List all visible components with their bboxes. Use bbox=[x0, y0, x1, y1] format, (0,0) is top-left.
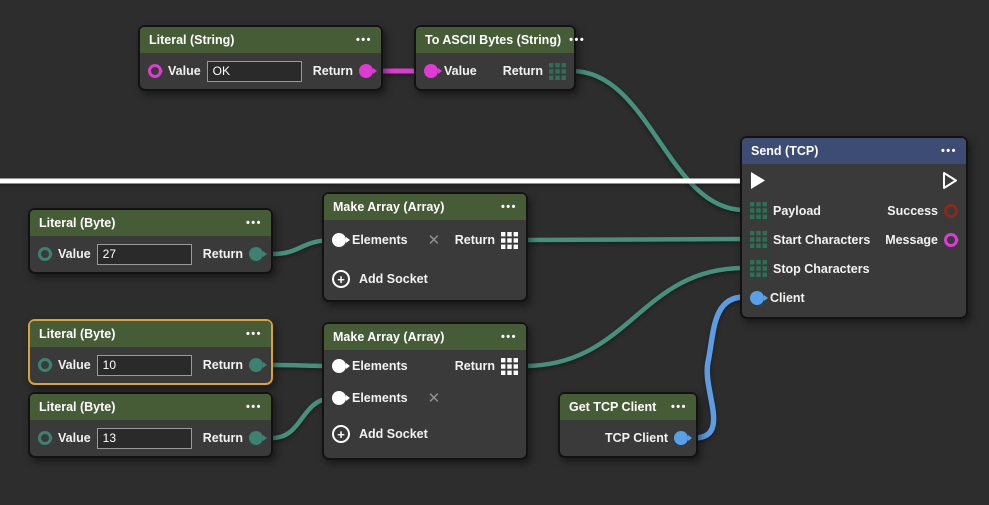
node-to-ascii-bytes[interactable]: To ASCII Bytes (String) ••• Value Return bbox=[414, 25, 576, 91]
return-output-socket[interactable] bbox=[359, 64, 373, 78]
add-icon: + bbox=[332, 425, 350, 443]
client-label: Client bbox=[770, 291, 805, 305]
value-input-socket[interactable] bbox=[38, 247, 52, 261]
node-literal-byte-27[interactable]: Literal (Byte) ••• Value Return bbox=[28, 208, 273, 274]
node-get-tcp-client[interactable]: Get TCP Client ••• TCP Client bbox=[558, 392, 698, 458]
node-editor-canvas[interactable]: Literal (String) ••• Value Return To ASC… bbox=[0, 0, 989, 505]
payload-array-socket[interactable] bbox=[750, 202, 767, 219]
add-socket-button[interactable]: + Add Socket bbox=[332, 270, 428, 288]
node-header[interactable]: Make Array (Array) ••• bbox=[324, 194, 526, 220]
node-send-tcp[interactable]: Send (TCP) ••• Payload Success bbox=[740, 136, 968, 319]
tcp-client-label: TCP Client bbox=[605, 431, 668, 445]
node-header[interactable]: Send (TCP) ••• bbox=[742, 138, 966, 164]
value-input-socket[interactable] bbox=[148, 64, 162, 78]
stopchars-label: Stop Characters bbox=[773, 262, 870, 276]
return-label: Return bbox=[503, 64, 543, 78]
elements2-label: Elements bbox=[352, 391, 408, 405]
return-label: Return bbox=[203, 431, 243, 445]
return-label: Return bbox=[313, 64, 353, 78]
node-title: Literal (Byte) bbox=[39, 400, 115, 414]
stopchars-array-socket[interactable] bbox=[750, 260, 767, 277]
add-icon: + bbox=[332, 270, 350, 288]
return-array-socket[interactable] bbox=[501, 358, 518, 375]
node-literal-string[interactable]: Literal (String) ••• Value Return bbox=[138, 25, 383, 91]
node-header[interactable]: Make Array (Array) ••• bbox=[324, 324, 526, 350]
return-output-socket[interactable] bbox=[249, 358, 263, 372]
node-literal-byte-13[interactable]: Literal (Byte) ••• Value Return bbox=[28, 392, 273, 458]
success-output-socket[interactable] bbox=[944, 204, 958, 218]
message-label: Message bbox=[885, 233, 938, 247]
startchars-array-socket[interactable] bbox=[750, 231, 767, 248]
elements-input-socket[interactable] bbox=[332, 359, 346, 373]
add-socket-label: Add Socket bbox=[359, 272, 428, 286]
node-menu-icon[interactable]: ••• bbox=[501, 331, 517, 343]
node-header[interactable]: To ASCII Bytes (String) ••• bbox=[416, 27, 574, 53]
node-menu-icon[interactable]: ••• bbox=[569, 34, 585, 46]
node-title: Get TCP Client bbox=[569, 400, 656, 414]
node-title: Literal (Byte) bbox=[39, 216, 115, 230]
node-header[interactable]: Literal (Byte) ••• bbox=[30, 210, 271, 236]
return-label: Return bbox=[203, 247, 243, 261]
exec-output-socket[interactable] bbox=[942, 171, 958, 190]
elements-label: Elements bbox=[352, 359, 408, 373]
node-title: To ASCII Bytes (String) bbox=[425, 33, 561, 47]
exec-input-socket[interactable] bbox=[750, 171, 766, 190]
return-output-socket[interactable] bbox=[249, 431, 263, 445]
node-title: Literal (String) bbox=[149, 33, 234, 47]
node-menu-icon[interactable]: ••• bbox=[941, 145, 957, 157]
elements2-input-socket[interactable] bbox=[332, 391, 346, 405]
value-field[interactable] bbox=[207, 61, 302, 82]
node-header[interactable]: Literal (Byte) ••• bbox=[30, 394, 271, 420]
payload-label: Payload bbox=[773, 204, 821, 218]
node-menu-icon[interactable]: ••• bbox=[356, 34, 372, 46]
node-header[interactable]: Literal (Byte) ••• bbox=[30, 321, 271, 347]
add-socket-button[interactable]: + Add Socket bbox=[332, 425, 428, 443]
node-title: Send (TCP) bbox=[751, 144, 818, 158]
remove-socket-icon[interactable]: ✕ bbox=[428, 389, 441, 407]
remove-socket-icon[interactable]: ✕ bbox=[428, 231, 441, 249]
node-header[interactable]: Get TCP Client ••• bbox=[560, 394, 696, 420]
value-input-socket[interactable] bbox=[424, 64, 438, 78]
value-label: Value bbox=[444, 64, 477, 78]
value-field[interactable] bbox=[97, 355, 192, 376]
node-header[interactable]: Literal (String) ••• bbox=[140, 27, 381, 53]
node-menu-icon[interactable]: ••• bbox=[246, 217, 262, 229]
return-label: Return bbox=[203, 358, 243, 372]
return-label: Return bbox=[455, 359, 495, 373]
value-label: Value bbox=[58, 431, 91, 445]
wire-client[interactable] bbox=[694, 297, 744, 438]
elements-input-socket[interactable] bbox=[332, 233, 346, 247]
return-label: Return bbox=[455, 233, 495, 247]
value-label: Value bbox=[58, 358, 91, 372]
value-input-socket[interactable] bbox=[38, 431, 52, 445]
value-label: Value bbox=[58, 247, 91, 261]
return-output-socket[interactable] bbox=[249, 247, 263, 261]
client-input-socket[interactable] bbox=[750, 291, 764, 305]
node-make-array-1[interactable]: Make Array (Array) ••• Elements ✕ Return… bbox=[322, 192, 528, 302]
success-label: Success bbox=[887, 204, 938, 218]
return-array-socket[interactable] bbox=[549, 63, 566, 80]
node-title: Literal (Byte) bbox=[39, 327, 115, 341]
message-output-socket[interactable] bbox=[944, 233, 958, 247]
node-menu-icon[interactable]: ••• bbox=[501, 201, 517, 213]
node-title: Make Array (Array) bbox=[333, 200, 444, 214]
node-menu-icon[interactable]: ••• bbox=[246, 328, 262, 340]
elements-label: Elements bbox=[352, 233, 408, 247]
wire-array1-to-startchars[interactable] bbox=[524, 239, 744, 240]
node-title: Make Array (Array) bbox=[333, 330, 444, 344]
node-menu-icon[interactable]: ••• bbox=[246, 401, 262, 413]
node-literal-byte-10[interactable]: Literal (Byte) ••• Value Return bbox=[28, 319, 273, 385]
add-socket-label: Add Socket bbox=[359, 427, 428, 441]
value-input-socket[interactable] bbox=[38, 358, 52, 372]
value-label: Value bbox=[168, 64, 201, 78]
node-menu-icon[interactable]: ••• bbox=[671, 401, 687, 413]
value-field[interactable] bbox=[97, 428, 192, 449]
wire-ascii-to-payload[interactable] bbox=[572, 71, 744, 210]
node-make-array-2[interactable]: Make Array (Array) ••• Elements Return E… bbox=[322, 322, 528, 460]
startchars-label: Start Characters bbox=[773, 233, 870, 247]
value-field[interactable] bbox=[97, 244, 192, 265]
return-array-socket[interactable] bbox=[501, 232, 518, 249]
tcp-client-output-socket[interactable] bbox=[674, 431, 688, 445]
